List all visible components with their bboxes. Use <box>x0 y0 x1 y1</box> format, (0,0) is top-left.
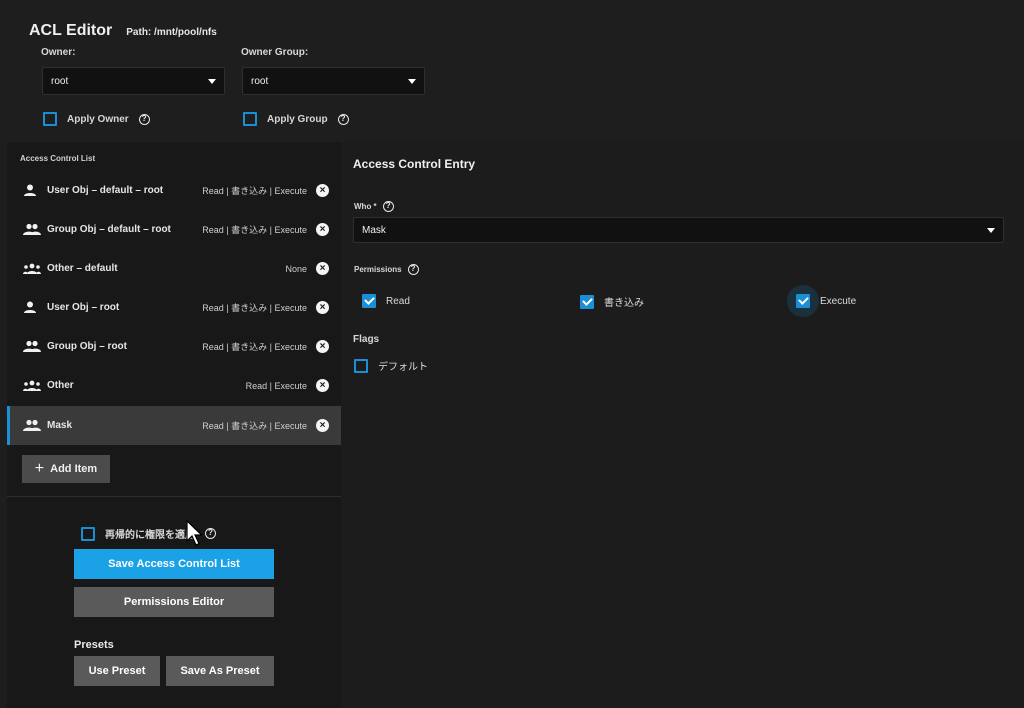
caret-down-icon <box>987 227 995 233</box>
acl-header: ACL Editor Path: /mnt/pool/nfs Owner: Ow… <box>7 0 1024 142</box>
acl-item-name: User Obj – default – root <box>47 185 164 196</box>
group-icon <box>23 340 41 352</box>
who-label-row: Who * ? <box>354 201 394 212</box>
remove-icon[interactable]: × <box>316 419 329 432</box>
acl-item-perms: Read | 書き込み | Execute <box>202 303 307 313</box>
help-icon[interactable]: ? <box>407 264 419 275</box>
acl-item[interactable]: Group Obj – default – root Read | 書き込み |… <box>7 210 341 249</box>
help-icon[interactable]: ? <box>138 113 150 125</box>
flag-default-field: デフォルト <box>354 358 428 373</box>
acl-item[interactable]: User Obj – default – root Read | 書き込み | … <box>7 171 341 210</box>
apply-group-field: Apply Group ? <box>243 112 349 126</box>
title-row: ACL Editor Path: /mnt/pool/nfs <box>29 22 217 40</box>
divider <box>7 496 341 497</box>
person-icon <box>24 301 36 313</box>
save-acl-button[interactable]: Save Access Control List <box>74 549 274 579</box>
recursive-checkbox[interactable] <box>81 526 95 541</box>
default-flag-checkbox[interactable] <box>354 358 368 373</box>
acl-item-perms: None <box>285 263 307 274</box>
acl-item-perms: Read | 書き込み | Execute <box>202 225 307 235</box>
default-flag-label: デフォルト <box>378 362 428 373</box>
acl-item-selected[interactable]: Mask Read | 書き込み | Execute × <box>7 406 341 445</box>
acl-item-name: Group Obj – root <box>47 341 127 352</box>
permissions-editor-button[interactable]: Permissions Editor <box>74 587 274 617</box>
owner-group-select[interactable]: root <box>242 67 425 95</box>
read-checkbox[interactable] <box>362 294 376 308</box>
remove-icon[interactable]: × <box>316 262 329 275</box>
apply-group-label: Apply Group <box>267 113 328 125</box>
remove-icon[interactable]: × <box>316 223 329 236</box>
permission-label: Execute <box>820 295 857 307</box>
groups-icon <box>23 263 41 274</box>
acl-item-name: Group Obj – default – root <box>47 224 171 235</box>
acl-entry-panel: Access Control Entry Who * ? Mask Permis… <box>341 142 1024 708</box>
permission-label: Read <box>386 295 410 307</box>
mouse-cursor-icon <box>186 520 202 546</box>
permission-label: 書き込み <box>604 298 644 309</box>
who-select[interactable]: Mask <box>353 217 1004 243</box>
presets-label: Presets <box>74 639 114 651</box>
owner-select-value: root <box>51 75 69 87</box>
write-checkbox[interactable] <box>580 294 594 309</box>
acl-list-panel: Access Control List User Obj – default –… <box>7 142 341 708</box>
help-icon[interactable]: ? <box>205 528 216 539</box>
acl-item-name: Other – default <box>47 263 118 274</box>
plus-icon: + <box>34 460 45 477</box>
apply-owner-label: Apply Owner <box>67 113 129 125</box>
who-select-value: Mask <box>362 224 386 236</box>
permissions-label-row: Permissions ? <box>354 264 419 275</box>
flags-label: Flags <box>353 334 380 345</box>
acl-item-name: Mask <box>47 420 73 431</box>
save-as-preset-button[interactable]: Save As Preset <box>166 656 274 686</box>
add-item-label: Add Item <box>50 463 98 475</box>
acl-item-perms: Read | 書き込み | Execute <box>202 342 307 352</box>
add-item-button[interactable]: + Add Item <box>22 455 110 483</box>
execute-checkbox[interactable] <box>796 294 810 308</box>
acl-item[interactable]: Other – default None × <box>7 249 341 288</box>
acl-item[interactable]: Group Obj – root Read | 書き込み | Execute × <box>7 327 341 366</box>
owner-select[interactable]: root <box>42 67 225 95</box>
groups-icon <box>23 380 41 391</box>
acl-item-perms: Read | 書き込み | Execute <box>202 421 307 431</box>
permissions-label: Permissions <box>354 265 402 274</box>
person-icon <box>24 184 36 196</box>
remove-icon[interactable]: × <box>316 184 329 197</box>
acl-item-perms: Read | 書き込み | Execute <box>202 186 307 196</box>
owner-group-select-value: root <box>251 75 269 87</box>
permission-write: 書き込み <box>580 294 644 309</box>
remove-icon[interactable]: × <box>316 301 329 314</box>
path-label: Path: /mnt/pool/nfs <box>126 27 217 38</box>
recursive-label: 再帰的に権限を適用 <box>105 530 195 541</box>
acl-item-name: User Obj – root <box>47 302 120 313</box>
caret-down-icon <box>408 78 416 84</box>
entry-title: Access Control Entry <box>353 157 476 171</box>
remove-icon[interactable]: × <box>316 379 329 392</box>
who-label: Who * <box>354 202 377 211</box>
use-preset-button[interactable]: Use Preset <box>74 656 160 686</box>
acl-item[interactable]: Other Read | Execute × <box>7 366 341 405</box>
group-icon <box>23 419 41 431</box>
acl-item-perms: Read | Execute <box>245 380 307 391</box>
page-title: ACL Editor <box>29 22 113 39</box>
acl-list-title: Access Control List <box>20 154 96 163</box>
permission-read: Read <box>362 294 410 308</box>
apply-group-checkbox[interactable] <box>243 112 257 126</box>
apply-owner-checkbox[interactable] <box>43 112 57 126</box>
group-icon <box>23 223 41 235</box>
acl-item-name: Other <box>47 380 74 391</box>
apply-owner-field: Apply Owner ? <box>43 112 150 126</box>
caret-down-icon <box>208 78 216 84</box>
remove-icon[interactable]: × <box>316 340 329 353</box>
owner-group-label: Owner Group: <box>241 47 309 58</box>
permission-execute: Execute <box>787 285 857 317</box>
acl-item[interactable]: User Obj – root Read | 書き込み | Execute × <box>7 288 341 327</box>
help-icon[interactable]: ? <box>337 113 349 125</box>
help-icon[interactable]: ? <box>382 201 394 212</box>
execute-checkbox-wrap <box>787 285 819 317</box>
owner-label: Owner: <box>41 47 76 58</box>
